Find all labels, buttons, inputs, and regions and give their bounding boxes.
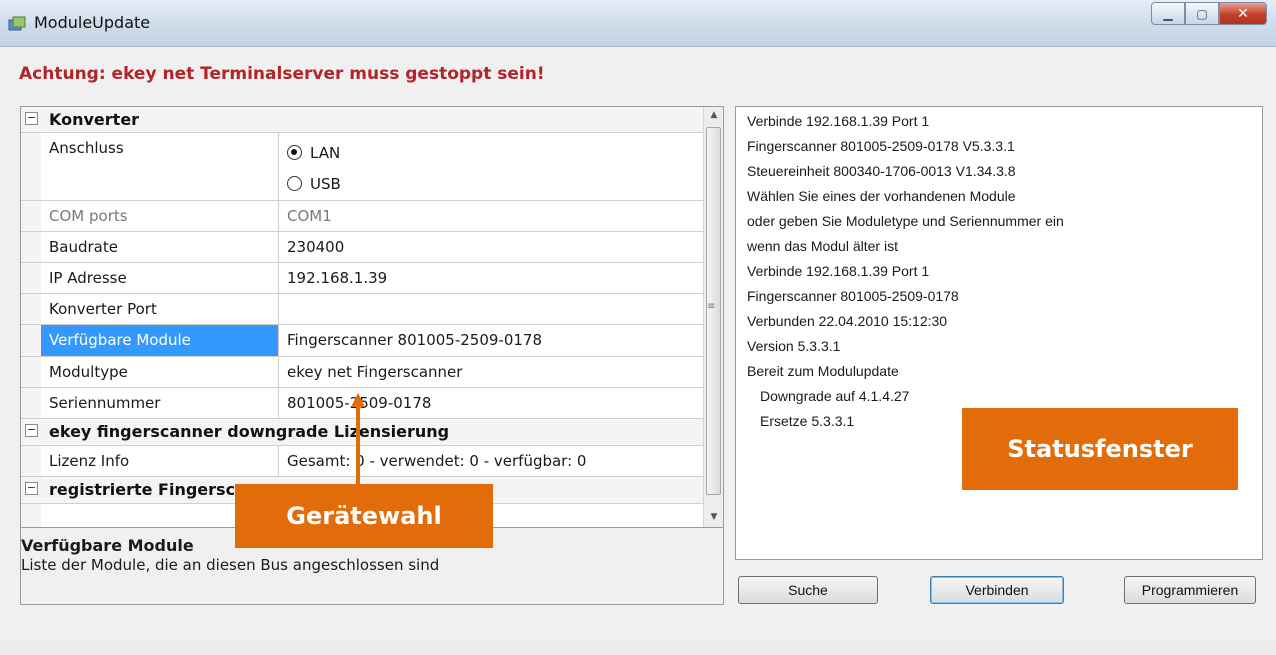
search-button[interactable]: Suche <box>738 576 878 604</box>
status-log[interactable]: Verbinde 192.168.1.39 Port 1 Fingerscann… <box>735 106 1263 560</box>
module-select[interactable]: Fingerscanner 801005-2509-0178 <box>279 325 703 356</box>
status-line: Fingerscanner 801005-2509-0178 <box>747 288 959 304</box>
property-value[interactable]: ekey net Fingerscanner <box>279 357 703 387</box>
property-value[interactable]: 801005-2509-0178 <box>279 388 703 418</box>
status-line: Downgrade auf 4.1.4.27 <box>760 388 910 404</box>
grip-icon: ≡ <box>707 301 716 312</box>
app-icon <box>8 16 26 31</box>
status-line: Version 5.3.3.1 <box>747 338 841 354</box>
warning-message: Achtung: ekey net Terminalserver muss ge… <box>19 64 545 84</box>
maximize-button[interactable]: ▢ <box>1185 2 1219 25</box>
radio-lan[interactable]: LAN <box>287 137 703 168</box>
close-button[interactable]: ✕ <box>1219 2 1267 25</box>
radio-lan-label: LAN <box>310 143 341 162</box>
program-button[interactable]: Programmieren <box>1124 576 1256 604</box>
property-row-baudrate[interactable]: Baudrate 230400 <box>21 232 703 263</box>
category-label: ekey fingerscanner downgrade Lizensierun… <box>41 419 703 445</box>
property-row-com-ports[interactable]: COM ports COM1 <box>21 201 703 232</box>
property-name: Seriennummer <box>41 388 279 418</box>
property-value: Gesamt: 0 - verwendet: 0 - verfügbar: 0 <box>287 452 587 470</box>
property-value[interactable]: 230400 <box>279 232 703 262</box>
collapse-icon[interactable]: − <box>25 482 38 495</box>
property-row-modultype[interactable]: Modultype ekey net Fingerscanner <box>21 357 703 388</box>
status-line: Steuereinheit 800340-1706-0013 V1.34.3.8 <box>747 163 1016 179</box>
bottom-strip <box>0 640 1276 655</box>
property-name: Anschluss <box>41 133 279 200</box>
maximize-icon: ▢ <box>1196 6 1208 21</box>
property-name-selected: Verfügbare Module <box>41 325 279 356</box>
status-line: Bereit zum Modulupdate <box>747 363 899 379</box>
status-line: Wählen Sie eines der vorhandenen Module <box>747 188 1016 204</box>
radio-usb-indicator[interactable] <box>287 176 302 191</box>
description-text: Liste der Module, die an diesen Bus ange… <box>21 556 440 574</box>
property-row-module[interactable]: Verfügbare Module Fingerscanner 801005-2… <box>21 325 703 357</box>
property-value[interactable] <box>279 294 703 324</box>
property-name: COM ports <box>41 201 279 231</box>
callout-device-selection: Gerätewahl <box>235 484 493 548</box>
title-bar: ModuleUpdate ▁ ▢ ✕ <box>0 0 1276 47</box>
status-line: Verbinde 192.168.1.39 Port 1 <box>747 113 930 129</box>
radio-lan-indicator[interactable] <box>287 145 302 160</box>
property-name: Modultype <box>41 357 279 387</box>
window-controls: ▁ ▢ ✕ <box>1151 2 1267 25</box>
category-konverter[interactable]: − Konverter <box>21 107 703 133</box>
scroll-up-icon[interactable]: ▲ <box>704 107 723 123</box>
callout-status-window: Statusfenster <box>962 408 1238 490</box>
status-line: wenn das Modul älter ist <box>747 238 898 254</box>
property-name: Konverter Port <box>41 294 279 324</box>
connection-radio-group: LAN USB <box>279 133 703 200</box>
property-value: COM1 <box>287 207 332 225</box>
description-title: Verfügbare Module <box>21 536 194 555</box>
grid-scrollbar[interactable]: ▲ ≡ ▼ <box>703 107 723 527</box>
status-line: Ersetze 5.3.3.1 <box>760 413 855 429</box>
property-row-ip[interactable]: IP Adresse 192.168.1.39 <box>21 263 703 294</box>
property-value[interactable]: 192.168.1.39 <box>279 263 703 293</box>
close-icon: ✕ <box>1237 5 1249 22</box>
status-line: Fingerscanner 801005-2509-0178 V5.3.3.1 <box>747 138 1015 154</box>
collapse-icon[interactable]: − <box>25 424 38 437</box>
scroll-down-icon[interactable]: ▼ <box>704 509 723 525</box>
radio-usb[interactable]: USB <box>287 168 703 199</box>
window-title: ModuleUpdate <box>34 13 151 32</box>
arrow-up-icon <box>351 393 365 485</box>
collapse-icon[interactable]: − <box>25 112 38 125</box>
minimize-icon: ▁ <box>1163 6 1173 21</box>
property-row-konverter-port[interactable]: Konverter Port <box>21 294 703 325</box>
status-line: oder geben Sie Moduletype und Seriennumm… <box>747 213 1064 229</box>
property-name: Lizenz Info <box>41 446 279 476</box>
property-row-anschluss: Anschluss LAN USB <box>21 133 703 201</box>
category-label: Konverter <box>41 107 703 132</box>
radio-usb-label: USB <box>310 174 341 193</box>
status-line: Verbinde 192.168.1.39 Port 1 <box>747 263 930 279</box>
property-name: Baudrate <box>41 232 279 262</box>
minimize-button[interactable]: ▁ <box>1151 2 1185 25</box>
connect-button[interactable]: Verbinden <box>930 576 1064 604</box>
property-grid: − Konverter Anschluss LAN USB COM ports … <box>20 106 724 528</box>
property-name: IP Adresse <box>41 263 279 293</box>
status-line: Verbunden 22.04.2010 15:12:30 <box>747 313 948 329</box>
